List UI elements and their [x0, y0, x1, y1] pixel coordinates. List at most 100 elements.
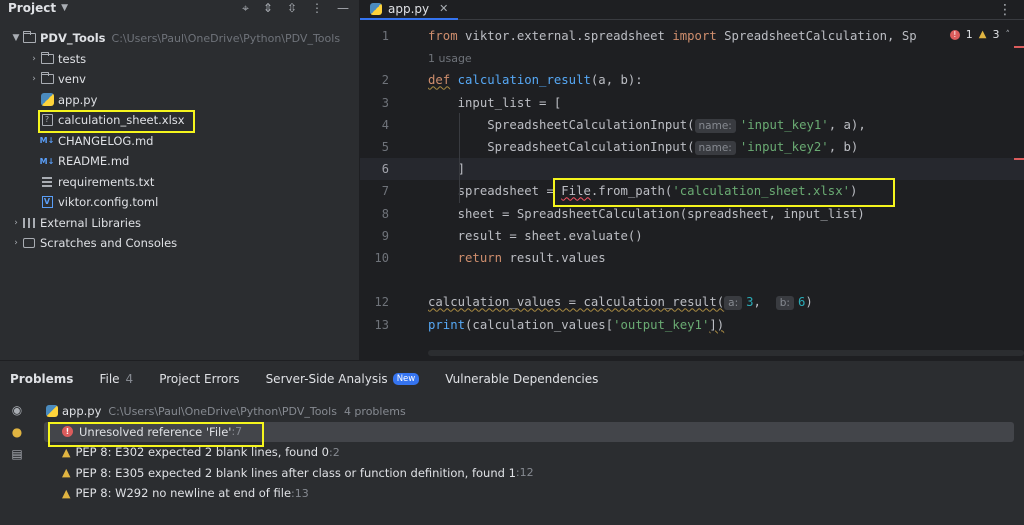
- chevron-right-icon[interactable]: ›: [28, 74, 40, 84]
- tree-item-calculation-sheet[interactable]: ? calculation_sheet.xlsx: [0, 110, 359, 131]
- problem-line: :13: [291, 486, 309, 500]
- tab-problems[interactable]: Problems: [10, 361, 73, 397]
- line-number: 8: [381, 206, 389, 221]
- param-hint: a:: [724, 296, 743, 311]
- eye-icon[interactable]: ◉: [0, 399, 34, 421]
- tree-item-label: External Libraries: [40, 215, 142, 230]
- error-stripe-mark[interactable]: [1014, 158, 1024, 160]
- tree-item-label: app.py: [58, 92, 98, 107]
- tab-server-side-analysis[interactable]: Server-Side Analysis New: [266, 361, 420, 397]
- code-text: from viktor.external.spreadsheet import …: [428, 29, 917, 44]
- tree-item-requirements[interactable]: requirements.txt: [0, 172, 359, 193]
- tab-vulnerable-dependencies[interactable]: Vulnerable Dependencies: [445, 361, 598, 397]
- tree-item-tests[interactable]: › tests: [0, 49, 359, 70]
- hide-icon[interactable]: —: [337, 1, 349, 15]
- line-number: 10: [374, 250, 389, 265]
- code-line: 12 calculation_values = calculation_resu…: [360, 291, 1024, 313]
- horizontal-scrollbar[interactable]: [428, 350, 1024, 356]
- problems-file-name: app.py: [62, 404, 102, 419]
- tree-item-label: calculation_sheet.xlsx: [58, 113, 185, 128]
- problems-file-row[interactable]: app.py C:\Users\Paul\OneDrive\Python\PDV…: [44, 401, 1014, 422]
- problem-item[interactable]: ▲ PEP 8: E302 expected 2 blank lines, fo…: [44, 442, 1014, 463]
- tree-item-label: README.md: [58, 154, 130, 169]
- settings-icon[interactable]: ⋮: [311, 1, 323, 15]
- text-file-icon: [40, 176, 54, 188]
- chevron-right-icon[interactable]: ›: [10, 238, 22, 248]
- problem-item[interactable]: ▲ PEP 8: E305 expected 2 blank lines aft…: [44, 463, 1014, 484]
- code-line: 1 from viktor.external.spreadsheet impor…: [360, 25, 1024, 47]
- tree-item-scratches[interactable]: › Scratches and Consoles: [0, 233, 359, 254]
- problem-text: Unresolved reference 'File': [79, 424, 232, 439]
- code-line: 9 result = sheet.evaluate(): [360, 225, 1024, 247]
- code-text: spreadsheet = File.from_path('calculatio…: [428, 184, 858, 199]
- collapse-icon[interactable]: ⇳: [287, 1, 297, 15]
- tree-item-app-py[interactable]: app.py: [0, 90, 359, 111]
- error-stripe-mark[interactable]: [1014, 46, 1024, 48]
- tree-item-venv[interactable]: › venv: [0, 69, 359, 90]
- problem-item[interactable]: ! Unresolved reference 'File' :7: [44, 421, 1014, 442]
- line-number: 6: [381, 162, 389, 177]
- line-number: 13: [374, 317, 389, 332]
- code-line: 8 sheet = SpreadsheetCalculation(spreads…: [360, 203, 1024, 225]
- python-file-icon: [46, 405, 58, 418]
- code-text: ]: [428, 162, 466, 177]
- line-number: 5: [381, 140, 389, 155]
- usage-hint[interactable]: 1 usage: [360, 52, 472, 65]
- tree-item-label: Scratches and Consoles: [40, 236, 178, 251]
- tree-item-changelog[interactable]: M↓ CHANGELOG.md: [0, 131, 359, 152]
- chevron-right-icon[interactable]: ›: [10, 218, 22, 228]
- param-hint: name:: [694, 141, 736, 156]
- project-tree: ▼ PDV_Tools C:\Users\Paul\OneDrive\Pytho…: [0, 28, 359, 254]
- problem-text: PEP 8: E302 expected 2 blank lines, foun…: [75, 445, 330, 460]
- project-title[interactable]: Project: [8, 1, 56, 15]
- tab-app-py[interactable]: app.py ✕: [360, 0, 459, 20]
- tree-root[interactable]: ▼ PDV_Tools C:\Users\Paul\OneDrive\Pytho…: [0, 28, 359, 49]
- chevron-down-icon[interactable]: ▼: [61, 3, 68, 13]
- code-text: sheet = SpreadsheetCalculation(spreadshe…: [428, 206, 865, 221]
- folder-icon: [40, 72, 54, 85]
- tab-file[interactable]: File 4: [99, 361, 133, 397]
- code-line: 10 return result.values: [360, 247, 1024, 269]
- code-line: 3 input_list = [: [360, 92, 1024, 114]
- chevron-right-icon[interactable]: ›: [28, 54, 40, 64]
- bulb-icon[interactable]: ●: [0, 421, 34, 443]
- markdown-icon: M↓: [39, 136, 55, 146]
- crosshair-icon[interactable]: ⌖: [242, 1, 249, 16]
- problem-item[interactable]: ▲ PEP 8: W292 no newline at end of file …: [44, 483, 1014, 504]
- expand-icon[interactable]: ⇕: [263, 1, 273, 15]
- project-toolbar: ⌖ ⇕ ⇳ ⋮ —: [242, 0, 349, 16]
- problem-line: :2: [329, 445, 340, 459]
- project-panel: Project ▼ ⌖ ⇕ ⇳ ⋮ — ▼ PDV_Tools C:\Users…: [0, 0, 359, 360]
- problem-text: PEP 8: W292 no newline at end of file: [75, 486, 292, 501]
- line-number: 3: [381, 95, 389, 110]
- line-number: 7: [381, 184, 389, 199]
- problem-text: PEP 8: E305 expected 2 blank lines after…: [75, 465, 516, 480]
- folder-icon: [22, 31, 36, 44]
- markdown-icon: M↓: [39, 156, 55, 166]
- tree-item-label: CHANGELOG.md: [58, 133, 154, 148]
- more-icon[interactable]: ⋮: [998, 2, 1012, 18]
- close-icon[interactable]: ✕: [439, 2, 448, 15]
- chevron-down-icon[interactable]: ▼: [10, 33, 22, 43]
- problem-line: :7: [231, 425, 243, 439]
- warning-icon: ▲: [62, 445, 71, 459]
- code-line: 2 def calculation_result(a, b):: [360, 69, 1024, 91]
- line-number: 12: [374, 295, 389, 310]
- tree-item-readme[interactable]: M↓ README.md: [0, 151, 359, 172]
- tab-project-errors[interactable]: Project Errors: [159, 361, 239, 397]
- warning-icon: ▲: [62, 486, 71, 500]
- code-text: SpreadsheetCalculationInput(name:'input_…: [428, 140, 859, 156]
- tree-item-external-libraries[interactable]: › External Libraries: [0, 213, 359, 234]
- code-vision-line: 1 usage: [360, 47, 1024, 69]
- doc-icon[interactable]: ▤: [0, 443, 34, 465]
- tree-item-label: requirements.txt: [58, 174, 155, 189]
- tab-count: 4: [125, 372, 134, 386]
- code-text: SpreadsheetCalculationInput(name:'input_…: [428, 117, 866, 133]
- library-icon: [22, 217, 36, 229]
- tree-item-label: tests: [58, 51, 87, 66]
- python-file-icon: [370, 2, 382, 15]
- indent-guide: [459, 113, 460, 203]
- tree-item-viktor-config[interactable]: V viktor.config.toml: [0, 192, 359, 213]
- code-area[interactable]: 1 from viktor.external.spreadsheet impor…: [360, 25, 1024, 336]
